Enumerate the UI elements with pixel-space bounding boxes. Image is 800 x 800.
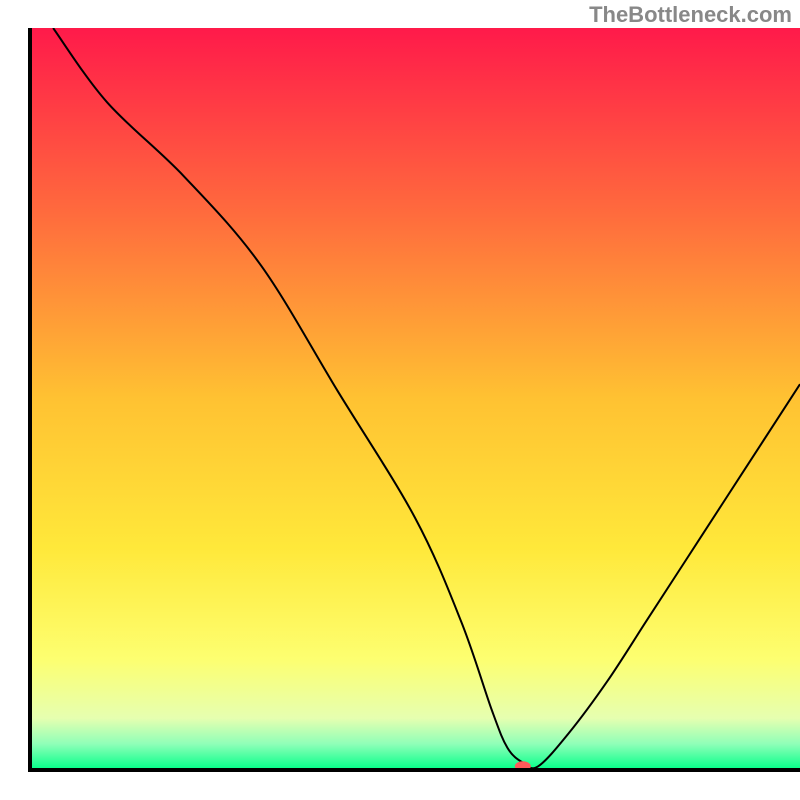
watermark-label: TheBottleneck.com: [589, 2, 792, 28]
chart-svg: [0, 0, 800, 800]
bottleneck-chart: TheBottleneck.com: [0, 0, 800, 800]
